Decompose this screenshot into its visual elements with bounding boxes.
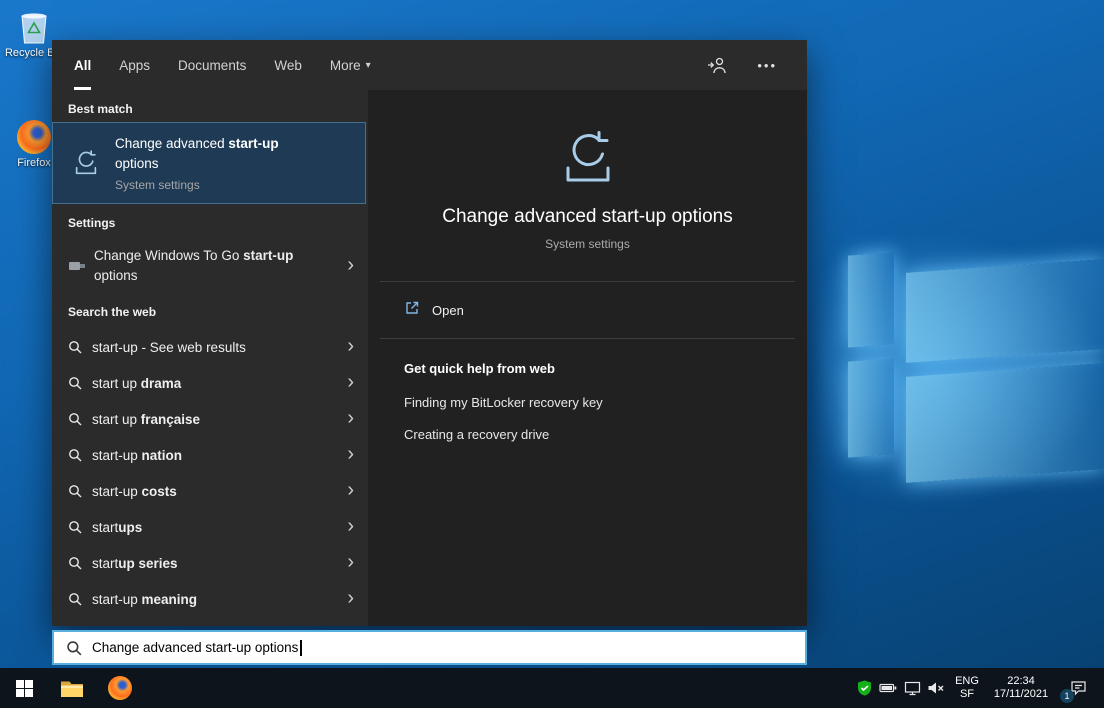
web-suggestion-3[interactable]: start up française › [52,401,368,437]
web-suggestion-2[interactable]: start up drama › [52,365,368,401]
taskbar: ENG SF 22:34 17/11/2021 1 [0,668,1104,708]
wallpaper-logo-pane [848,252,894,347]
battery-icon[interactable] [876,668,900,708]
open-icon [404,300,420,321]
time: 22:34 [986,675,1056,688]
tab-all[interactable]: All [74,40,91,90]
chevron-right-icon: › [347,255,354,275]
help-header: Get quick help from web [404,361,555,376]
notification-badge: 1 [1060,689,1074,703]
advanced-startup-icon-large [556,126,620,195]
chevron-down-icon: ▾ [366,60,371,71]
language-indicator[interactable]: ENG SF [948,675,986,701]
result-preview-pane: Change advanced start-up options System … [368,90,807,626]
search-input-value: Change advanced start-up options [92,640,298,655]
help-link-recovery-drive[interactable]: Creating a recovery drive [404,427,549,442]
search-icon [68,520,82,534]
web-suggestion-8[interactable]: start-up meaning › [52,581,368,617]
clock[interactable]: 22:34 17/11/2021 [986,675,1056,701]
chevron-right-icon: › [347,552,354,572]
web-suggestion-5[interactable]: start-up costs › [52,473,368,509]
file-explorer-button[interactable] [48,668,96,708]
wallpaper-logo-pane [906,363,1104,483]
divider [380,338,795,339]
date: 17/11/2021 [986,688,1056,701]
keyboard-layout: SF [948,688,986,701]
search-icon [68,340,82,354]
search-icon [68,376,82,390]
divider [380,281,795,282]
wallpaper-logo-pane [906,259,1104,363]
network-icon[interactable] [900,668,924,708]
search-input[interactable]: Change advanced start-up options [52,630,807,665]
security-icon[interactable] [852,668,876,708]
search-icon [68,592,82,606]
search-tabs-header: All Apps Documents Web More ▾ ••• [52,40,807,90]
web-suggestion-6[interactable]: startups › [52,509,368,545]
windows-to-go-icon [68,259,86,273]
preview-title: Change advanced start-up options [368,206,807,228]
search-icon [68,556,82,570]
firefox-taskbar-button[interactable] [96,668,144,708]
best-match-section-label: Best match [68,102,133,116]
firefox-icon [108,676,132,700]
language-code: ENG [948,675,986,688]
chevron-right-icon: › [347,588,354,608]
text-caret [300,640,301,656]
tab-apps[interactable]: Apps [119,40,150,90]
web-suggestion-1[interactable]: start-up - See web results › [52,329,368,365]
recycle-bin-icon [2,6,66,44]
start-button[interactable] [0,668,48,708]
chevron-right-icon: › [347,336,354,356]
sign-in-options-icon[interactable] [707,57,727,74]
web-suggestion-4[interactable]: start-up nation › [52,437,368,473]
search-icon [66,640,82,656]
web-section-label: Search the web [68,305,156,319]
chevron-right-icon: › [347,516,354,536]
help-link-bitlocker[interactable]: Finding my BitLocker recovery key [404,395,603,410]
search-results-list: Best match Change advanced start-up opti… [52,90,368,626]
chevron-right-icon: › [347,444,354,464]
preview-subtitle: System settings [368,237,807,251]
search-icon [68,412,82,426]
chevron-right-icon: › [347,408,354,428]
advanced-startup-icon [71,148,101,178]
best-match-title: Change advanced start-up options [115,134,315,173]
settings-section-label: Settings [68,216,115,230]
search-icon [68,448,82,462]
system-tray: ENG SF 22:34 17/11/2021 1 [852,668,1104,708]
file-explorer-icon [60,679,84,698]
best-match-subtitle: System settings [115,178,315,192]
tab-web[interactable]: Web [274,40,302,90]
search-flyout-panel: All Apps Documents Web More ▾ ••• [52,40,807,626]
more-options-icon[interactable]: ••• [757,58,777,73]
settings-result-windows-to-go[interactable]: Change Windows To Go start-up options › [52,236,368,296]
open-label: Open [432,303,464,318]
search-icon [68,484,82,498]
volume-muted-icon[interactable] [924,668,948,708]
tab-more[interactable]: More ▾ [330,40,371,90]
chevron-right-icon: › [347,372,354,392]
open-action[interactable]: Open [380,290,795,330]
best-match-result[interactable]: Change advanced start-up options System … [52,122,366,204]
settings-result-title: Change Windows To Go start-up options [94,246,320,285]
windows-logo-icon [16,680,33,697]
chevron-right-icon: › [347,480,354,500]
action-center-button[interactable]: 1 [1056,668,1100,708]
tab-documents[interactable]: Documents [178,40,246,90]
web-suggestion-7[interactable]: startup series › [52,545,368,581]
wallpaper-logo-pane [848,358,894,457]
